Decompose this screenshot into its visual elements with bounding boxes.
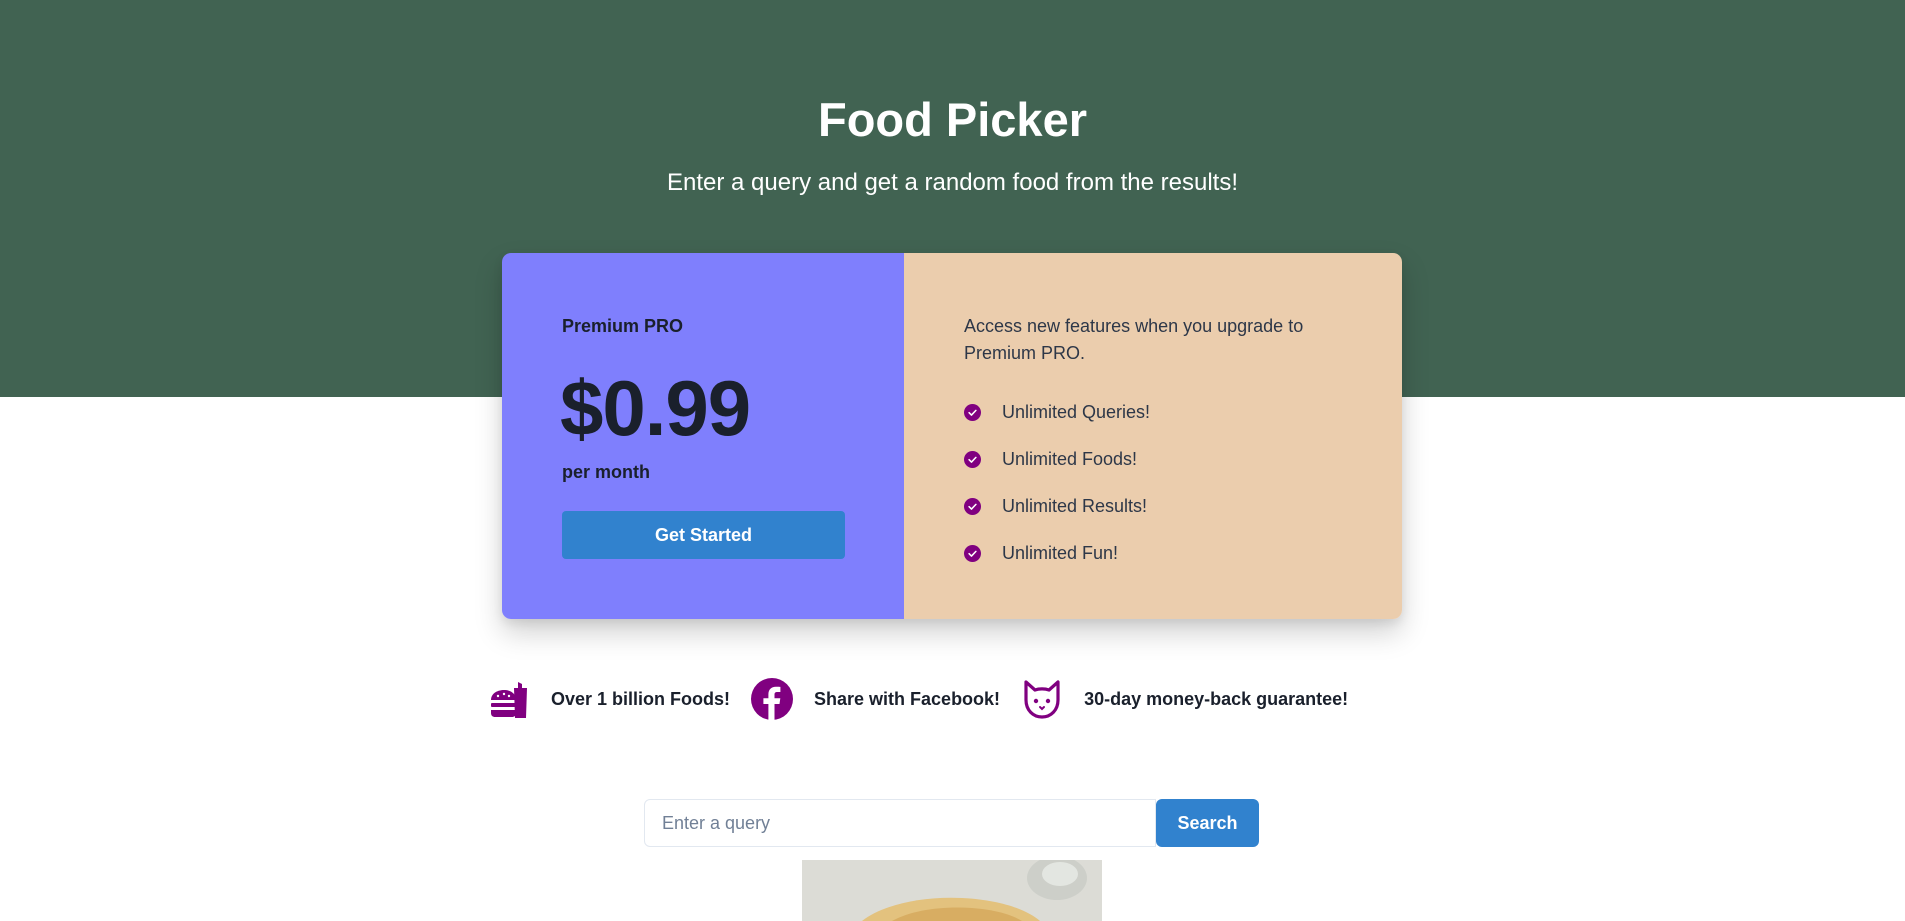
check-circle-icon xyxy=(964,451,981,468)
cat-icon xyxy=(1024,680,1060,719)
highlight-label: Share with Facebook! xyxy=(814,688,1001,709)
feature-label: Unlimited Results! xyxy=(1002,496,1148,516)
price-period: per month xyxy=(562,462,650,482)
search-input[interactable] xyxy=(644,799,1156,847)
check-circle-icon xyxy=(964,498,981,515)
highlights-row: Over 1 billion Foods! Share with Faceboo… xyxy=(488,678,1369,720)
highlight-guarantee: 30-day money-back guarantee! xyxy=(1021,678,1348,720)
highlight-foods: Over 1 billion Foods! xyxy=(488,678,730,720)
page-title: Food Picker xyxy=(817,93,1087,146)
feature-list: Unlimited Queries! Unlimited Foods! Unli… xyxy=(964,389,1150,577)
pricing-summary: Premium PRO $0.99 per month Get Started xyxy=(502,253,904,619)
food-photo xyxy=(802,860,1102,921)
plan-price: $0.99 xyxy=(560,364,751,452)
features-intro: Access new features when you upgrade to … xyxy=(964,316,1304,363)
facebook-icon xyxy=(751,678,794,720)
highlight-label: 30-day money-back guarantee! xyxy=(1084,688,1349,709)
hamburger-icon xyxy=(491,682,527,718)
get-started-button[interactable]: Get Started xyxy=(562,511,845,559)
feature-item: Unlimited Queries! xyxy=(964,389,1150,436)
feature-label: Unlimited Fun! xyxy=(1002,543,1119,563)
search-bar: Search xyxy=(644,799,1259,847)
check-circle-icon xyxy=(964,545,981,562)
food-result-image xyxy=(802,860,1102,921)
pricing-features: Access new features when you upgrade to … xyxy=(904,253,1402,619)
highlight-label: Over 1 billion Foods! xyxy=(551,688,731,709)
feature-item: Unlimited Fun! xyxy=(964,530,1150,577)
feature-label: Unlimited Queries! xyxy=(1002,402,1151,422)
plan-name: Premium PRO xyxy=(562,316,684,336)
feature-item: Unlimited Foods! xyxy=(964,436,1150,483)
page-subtitle: Enter a query and get a random food from… xyxy=(667,169,1238,196)
search-button[interactable]: Search xyxy=(1156,799,1259,847)
pricing-card: Premium PRO $0.99 per month Get Started … xyxy=(502,253,1402,619)
feature-label: Unlimited Foods! xyxy=(1002,449,1138,469)
feature-item: Unlimited Results! xyxy=(964,483,1150,530)
highlight-facebook: Share with Facebook! xyxy=(751,678,1000,720)
check-circle-icon xyxy=(964,404,981,421)
